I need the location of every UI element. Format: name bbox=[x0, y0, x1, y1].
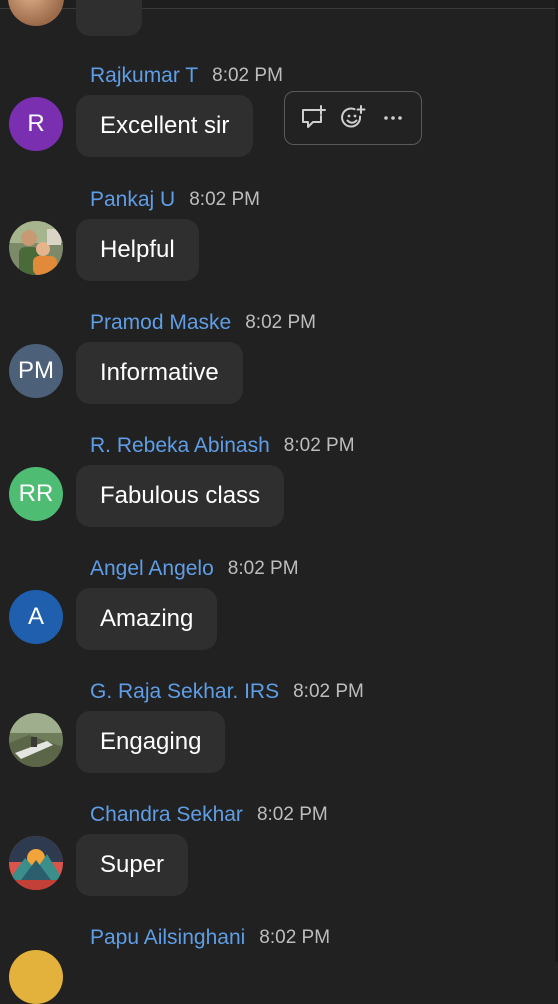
message-header: R. Rebeka Abinash 8:02 PM bbox=[90, 432, 355, 460]
message-text: Engaging bbox=[100, 728, 202, 755]
message-time: 8:02 PM bbox=[189, 189, 260, 210]
avatar[interactable]: PM bbox=[9, 344, 63, 398]
message-text: Helpful bbox=[100, 236, 175, 263]
mountain-logo-avatar bbox=[9, 836, 63, 890]
chat-message: Rajkumar T 8:02 PM R Excellent sir bbox=[0, 62, 558, 172]
avatar-initials: R bbox=[27, 110, 45, 137]
avatar[interactable]: RR bbox=[9, 467, 63, 521]
message-header: Angel Angelo 8:02 PM bbox=[90, 555, 299, 583]
chat-message: Angel Angelo 8:02 PM A Amazing bbox=[0, 555, 558, 665]
chat-message: G. Raja Sekhar. IRS 8:02 PM Engaging bbox=[0, 678, 558, 788]
message-bubble[interactable]: Excellent sir bbox=[76, 95, 254, 157]
avatar-initials: RR bbox=[18, 480, 54, 507]
avatar-initials: A bbox=[27, 603, 44, 630]
avatar[interactable]: A bbox=[9, 590, 63, 644]
message-time: 8:02 PM bbox=[283, 435, 355, 456]
message-time: 8:02 PM bbox=[245, 312, 316, 333]
message-text: Amazing bbox=[100, 605, 194, 632]
chat-message: R. Rebeka Abinash 8:02 PM RR Fabulous cl… bbox=[0, 432, 558, 542]
message-bubble[interactable]: Super bbox=[76, 834, 189, 896]
avatar[interactable] bbox=[9, 713, 63, 767]
message-bubble[interactable]: Amazing bbox=[76, 588, 218, 650]
more-options-button[interactable] bbox=[376, 101, 410, 135]
avatar[interactable] bbox=[9, 836, 63, 890]
message-bubble[interactable] bbox=[76, 0, 142, 36]
sender-name[interactable]: Rajkumar T bbox=[90, 64, 198, 88]
reply-thread-icon bbox=[302, 105, 326, 128]
avatar-initials: PM bbox=[18, 357, 54, 384]
add-reaction-icon bbox=[341, 105, 366, 128]
message-header: Papu Ailsinghani 8:02 PM bbox=[90, 924, 330, 952]
more-options-icon bbox=[384, 116, 402, 120]
landscape-photo-avatar bbox=[9, 713, 63, 767]
reply-thread-button[interactable] bbox=[296, 101, 330, 135]
message-bubble[interactable]: Fabulous class bbox=[76, 465, 285, 527]
message-bubble[interactable]: Helpful bbox=[76, 219, 199, 281]
sender-name[interactable]: Pankaj U bbox=[90, 188, 175, 212]
message-header: G. Raja Sekhar. IRS 8:02 PM bbox=[90, 678, 364, 706]
avatar[interactable]: R bbox=[9, 97, 63, 151]
message-header: Chandra Sekhar 8:02 PM bbox=[90, 801, 328, 829]
sender-name[interactable]: Papu Ailsinghani bbox=[90, 926, 245, 950]
sender-name[interactable]: Chandra Sekhar bbox=[90, 803, 243, 827]
add-reaction-button[interactable] bbox=[336, 101, 370, 135]
avatar bbox=[8, 0, 64, 26]
message-time: 8:02 PM bbox=[259, 927, 331, 948]
sender-name[interactable]: G. Raja Sekhar. IRS bbox=[90, 680, 279, 704]
message-text: Excellent sir bbox=[100, 112, 230, 139]
message-text: Super bbox=[100, 851, 165, 878]
chat-message: Pankaj U 8:02 PM Helpful bbox=[0, 186, 558, 296]
message-text: Informative bbox=[100, 359, 219, 386]
avatar[interactable] bbox=[9, 950, 63, 1004]
message-bubble[interactable]: Informative bbox=[76, 342, 243, 404]
message-text: Fabulous class bbox=[100, 482, 261, 509]
message-time: 8:02 PM bbox=[212, 65, 283, 86]
message-header: Rajkumar T 8:02 PM bbox=[90, 62, 283, 90]
sender-name[interactable]: Pramod Maske bbox=[90, 311, 231, 335]
sender-name[interactable]: R. Rebeka Abinash bbox=[90, 434, 270, 458]
family-photo-avatar bbox=[9, 221, 63, 275]
sender-name[interactable]: Angel Angelo bbox=[90, 557, 214, 581]
message-bubble[interactable]: Engaging bbox=[76, 711, 226, 773]
chat-message: Pramod Maske 8:02 PM PM Informative bbox=[0, 309, 558, 419]
message-header: Pramod Maske 8:02 PM bbox=[90, 309, 316, 337]
avatar[interactable] bbox=[9, 221, 63, 275]
message-actions-toolbar bbox=[284, 91, 422, 145]
chat-message: Chandra Sekhar 8:02 PM Super bbox=[0, 801, 558, 911]
chat-message: Papu Ailsinghani 8:02 PM bbox=[0, 924, 558, 962]
message-time: 8:02 PM bbox=[227, 558, 299, 579]
message-time: 8:02 PM bbox=[256, 804, 328, 825]
message-header: Pankaj U 8:02 PM bbox=[90, 186, 260, 214]
message-time: 8:02 PM bbox=[293, 681, 364, 702]
